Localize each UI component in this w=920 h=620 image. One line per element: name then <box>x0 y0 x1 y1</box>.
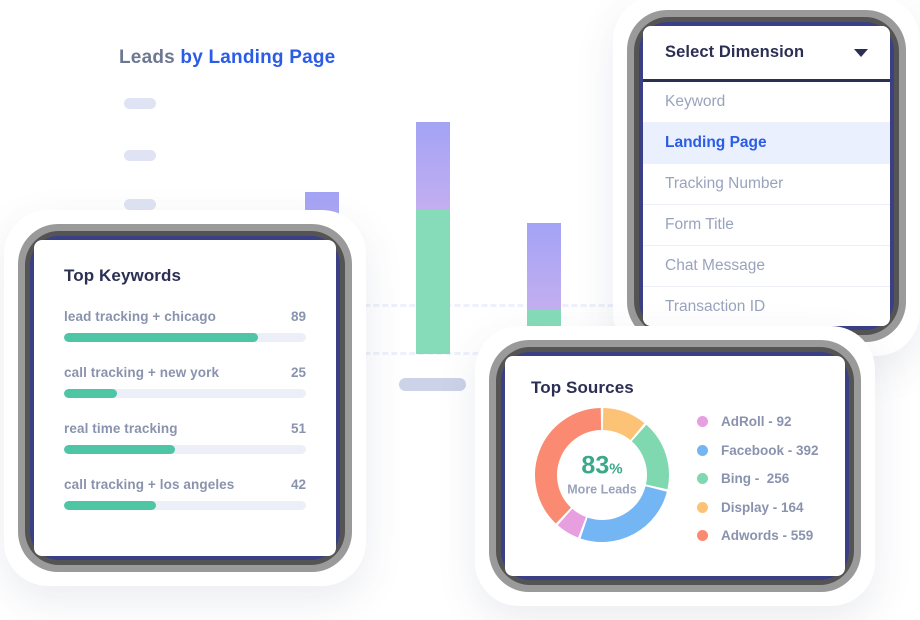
legend-color-dot <box>697 501 708 513</box>
top-sources-title: Top Sources <box>531 378 634 397</box>
chevron-down-icon[interactable] <box>854 48 868 57</box>
dimension-option-label: Transaction ID <box>665 298 766 315</box>
donut-percent-value: 83 <box>581 451 610 480</box>
dimension-option-label: Tracking Number <box>665 175 784 192</box>
legend-color-dot <box>697 473 708 484</box>
legend-label: Display - 164 <box>721 499 804 515</box>
keyword-value: 42 <box>290 477 306 492</box>
dimension-option-label: Form Title <box>665 216 734 233</box>
top-keywords-card: Top Keywords lead tracking + chicago 89 ca… <box>34 240 336 510</box>
keyword-progress-fill <box>64 389 118 398</box>
bar-segment-bottom <box>416 209 450 354</box>
keyword-progress-fill <box>64 333 258 342</box>
chart-title: Leads by Landing Page <box>119 47 335 69</box>
legend-color-dot <box>697 416 708 427</box>
dimension-option-label: Landing Page <box>665 134 767 151</box>
keyword-progress-fill <box>64 501 156 510</box>
dimension-dropdown-device: Select Dimension Keyword Landing Page Trac… <box>613 0 920 356</box>
dimension-option-tracking-number[interactable]: Tracking Number <box>643 164 890 205</box>
top-sources-card: Top Sources 83% More Leads AdRoll - 92 Fa… <box>505 356 845 557</box>
keyword-value: 25 <box>290 365 306 380</box>
dimension-option-label: Chat Message <box>665 257 765 274</box>
dimension-option-chat-message[interactable]: Chat Message <box>643 246 890 287</box>
keyword-name: call tracking + los angeles <box>64 477 235 492</box>
device-screen: Top Sources 83% More Leads AdRoll - 92 Fa… <box>505 356 845 576</box>
keyword-row: call tracking + new york 25 <box>64 365 306 398</box>
legend-color-dot <box>697 530 708 541</box>
y-axis-label-pill <box>124 98 156 109</box>
keyword-row: real time tracking 51 <box>64 421 306 454</box>
keyword-progress-track <box>64 445 306 454</box>
keyword-progress-track <box>64 333 306 342</box>
legend-item: Bing - 256 <box>697 471 819 486</box>
sources-donut-chart: 83% More Leads <box>531 404 673 546</box>
legend-item: Facebook - 392 <box>697 443 819 458</box>
donut-slice-adroll <box>557 508 587 538</box>
keyword-name: real time tracking <box>64 421 178 436</box>
legend-label: Adwords - 559 <box>721 528 814 543</box>
bar-segment-top <box>416 122 450 209</box>
dimension-option-landing-page[interactable]: Landing Page <box>643 123 890 164</box>
keyword-progress-track <box>64 389 306 398</box>
donut-slice-display <box>602 408 645 441</box>
chart-title-part1: Leads <box>119 47 181 68</box>
keyword-value: 89 <box>290 309 306 324</box>
dimension-option-list: Keyword Landing Page Tracking Number Form T… <box>643 82 890 326</box>
donut-caption: More Leads <box>567 482 637 497</box>
device-screen: Top Keywords lead tracking + chicago 89 ca… <box>34 240 336 556</box>
legend-label: Bing - 256 <box>721 471 790 486</box>
dashboard-illustration: Leads by Landing Page Select Dimension K… <box>0 0 920 620</box>
legend-item: Adwords - 559 <box>697 528 819 543</box>
keyword-list: lead tracking + chicago 89 call tracking +… <box>64 309 306 510</box>
select-dimension-header[interactable]: Select Dimension <box>643 26 890 82</box>
x-axis-label-pill <box>399 378 466 391</box>
bar-segment-top <box>527 223 561 310</box>
top-sources-device: Top Sources 83% More Leads AdRoll - 92 Fa… <box>475 326 875 606</box>
legend-item: AdRoll - 92 <box>697 414 819 429</box>
y-axis-label-pill <box>124 199 156 210</box>
legend-color-dot <box>697 444 708 456</box>
keyword-name: call tracking + new york <box>64 365 220 380</box>
dimension-option-label: Keyword <box>665 93 726 110</box>
legend-label: AdRoll - 92 <box>721 414 792 429</box>
dimension-option-form-title[interactable]: Form Title <box>643 205 890 246</box>
dimension-option-keyword[interactable]: Keyword <box>643 82 890 123</box>
legend-item: Display - 164 <box>697 500 819 515</box>
legend-label: Facebook - 392 <box>721 442 819 458</box>
donut-percent-unit: % <box>609 460 623 478</box>
keyword-row: lead tracking + chicago 89 <box>64 309 306 342</box>
select-dimension-label: Select Dimension <box>665 43 805 61</box>
donut-percent: 83% <box>531 451 673 480</box>
keyword-progress-track <box>64 501 306 510</box>
device-screen: Select Dimension Keyword Landing Page Trac… <box>643 26 890 326</box>
keyword-progress-fill <box>64 445 176 454</box>
dimension-option-transaction-id[interactable]: Transaction ID <box>643 287 890 326</box>
y-axis-label-pill <box>124 150 156 161</box>
chart-title-part2: by Landing Page <box>180 47 336 68</box>
top-keywords-device: Top Keywords lead tracking + chicago 89 ca… <box>4 210 366 586</box>
keyword-name: lead tracking + chicago <box>64 309 216 324</box>
keyword-row: call tracking + los angeles 42 <box>64 477 306 510</box>
top-keywords-title: Top Keywords <box>64 266 182 285</box>
sources-legend: AdRoll - 92 Facebook - 392 Bing - 256 Displ… <box>697 404 819 557</box>
keyword-value: 51 <box>290 421 306 436</box>
donut-center-label: 83% More Leads <box>531 451 673 497</box>
chart-bar <box>416 122 450 354</box>
